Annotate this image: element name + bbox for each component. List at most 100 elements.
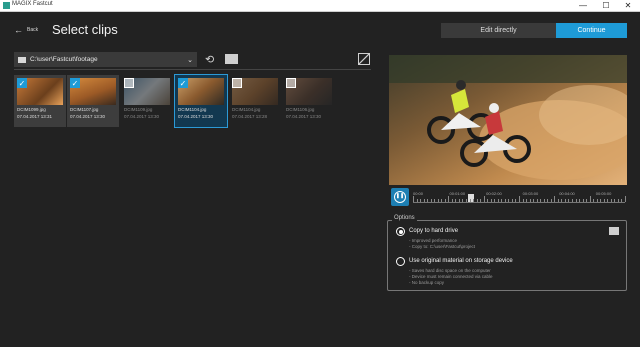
timeline-tick bbox=[564, 199, 566, 202]
timeline-tick bbox=[416, 199, 418, 202]
timeline-tick bbox=[501, 199, 503, 202]
timeline-tick bbox=[561, 199, 563, 202]
timeline-tick bbox=[547, 199, 549, 202]
timeline-tick bbox=[430, 199, 432, 202]
maximize-button[interactable]: ☐ bbox=[595, 0, 617, 11]
clip-thumbnail[interactable]: ✓ DCIM1107.jpg 07.04.2017 13:30 bbox=[67, 75, 119, 127]
timeline-tick bbox=[455, 199, 457, 202]
timeline-tick bbox=[448, 196, 450, 202]
window-title: MAGIX Fastcut bbox=[12, 1, 53, 7]
options-legend: Options bbox=[392, 215, 417, 221]
copy-to-hard-drive-radio[interactable] bbox=[396, 227, 405, 236]
timeline-tick bbox=[480, 199, 482, 202]
timeline-tick bbox=[427, 199, 429, 202]
timeline-tick bbox=[621, 199, 623, 202]
timeline-tick bbox=[568, 199, 570, 202]
copy-option-title: Copy to hard drive bbox=[409, 228, 459, 234]
clip-date: 07.04.2017 13:28 bbox=[232, 114, 268, 119]
timeline-tick bbox=[497, 199, 499, 202]
timeline-tick bbox=[444, 199, 446, 202]
minimize-button[interactable]: — bbox=[572, 0, 594, 11]
timeline-tick bbox=[434, 199, 436, 202]
timeline-label: 00:01:00 bbox=[449, 191, 466, 196]
clip-date: 07.04.2017 13:31 bbox=[17, 114, 53, 119]
timeline-tick bbox=[504, 199, 506, 202]
clip-checkbox[interactable]: ✓ bbox=[17, 78, 27, 88]
timeline-tick bbox=[554, 196, 556, 202]
folder-icon bbox=[18, 56, 26, 63]
clip-thumbnail[interactable]: ✓ DCIM1099.jpg 07.04.2017 13:31 bbox=[14, 75, 66, 127]
timeline-tick bbox=[607, 199, 609, 202]
original-option-line: - Saves hard disc space on the computer bbox=[409, 268, 491, 273]
timeline-tick bbox=[536, 199, 538, 202]
timeline-tick bbox=[526, 199, 528, 202]
timeline-tick bbox=[466, 199, 467, 202]
clip-thumbnail[interactable]: DCIM1104.jpg 07.04.2017 13:28 bbox=[229, 75, 281, 127]
clip-name: DCIM1099.jpg bbox=[17, 107, 46, 112]
timeline-tick bbox=[483, 196, 485, 202]
timeline-tick bbox=[550, 199, 552, 202]
clip-thumbnail[interactable]: ✓ DCIM1104.jpg 07.04.2017 13:30 bbox=[174, 74, 228, 128]
folder-path-text: C:\user\Fastcut\footage bbox=[30, 56, 98, 63]
refresh-icon[interactable]: ⟲ bbox=[205, 53, 214, 66]
clip-date: 07.04.2017 13:30 bbox=[178, 114, 214, 119]
page-title: Select clips bbox=[52, 22, 118, 37]
title-bar: MAGIX Fastcut — ☐ ✕ bbox=[0, 0, 640, 12]
timeline-tick bbox=[593, 199, 595, 202]
copy-option-line: - Copy to: C:\user\Fastcut\project bbox=[409, 244, 476, 249]
chevron-down-icon: ⌄ bbox=[187, 56, 193, 64]
clip-thumbnail[interactable]: DCIM1106.jpg 07.04.2017 13:30 bbox=[283, 75, 335, 127]
timeline-tick bbox=[617, 199, 619, 202]
timeline-tick bbox=[589, 196, 591, 202]
timeline-tick bbox=[473, 199, 475, 202]
timeline-tick bbox=[610, 199, 612, 202]
use-original-radio[interactable] bbox=[396, 257, 405, 266]
timeline-tick bbox=[600, 199, 602, 202]
edit-directly-button[interactable]: Edit directly bbox=[441, 23, 556, 38]
timeline-tick bbox=[458, 199, 460, 202]
timeline-tick bbox=[582, 199, 584, 202]
timeline-tick bbox=[515, 199, 517, 202]
copy-option-line: - Improved performance bbox=[409, 238, 458, 243]
clip-checkbox[interactable] bbox=[232, 78, 242, 88]
folder-icon[interactable] bbox=[609, 227, 619, 235]
new-folder-icon[interactable] bbox=[225, 54, 238, 64]
original-option-line: - No backup copy bbox=[409, 280, 445, 285]
clip-checkbox[interactable] bbox=[124, 78, 134, 88]
clip-checkbox[interactable]: ✓ bbox=[70, 78, 80, 88]
timeline-tick bbox=[494, 199, 496, 202]
clip-date: 07.04.2017 13:30 bbox=[286, 114, 322, 119]
timeline-tick bbox=[572, 199, 573, 202]
pause-icon: ❚❚ bbox=[394, 191, 406, 203]
clip-name: DCIM1109.jpg bbox=[124, 107, 153, 112]
timeline-tick bbox=[441, 199, 443, 202]
timeline-tick bbox=[596, 199, 598, 202]
timeline-label: 00:00 bbox=[413, 191, 424, 196]
no-media-icon[interactable] bbox=[358, 53, 370, 65]
timeline-tick bbox=[511, 199, 513, 202]
timeline-tick bbox=[508, 199, 510, 202]
clip-checkbox[interactable] bbox=[286, 78, 296, 88]
close-button[interactable]: ✕ bbox=[617, 0, 639, 11]
folder-path-select[interactable]: C:\user\Fastcut\footage ⌄ bbox=[14, 52, 197, 67]
timeline[interactable]: 00:00 00:01:00 00:02:00 00:03:00 00:04:00 00:… bbox=[413, 191, 626, 203]
pause-button[interactable]: ❚❚ bbox=[391, 188, 409, 206]
timeline-tick bbox=[557, 199, 559, 202]
clip-name: DCIM1107.jpg bbox=[70, 107, 99, 112]
toolbar-divider bbox=[14, 69, 371, 70]
timeline-tick bbox=[487, 199, 489, 202]
continue-button[interactable]: Continue bbox=[556, 23, 627, 38]
clip-checkbox[interactable]: ✓ bbox=[178, 78, 188, 88]
timeline-label: 00:05:00 bbox=[595, 191, 612, 196]
timeline-tick bbox=[462, 199, 464, 202]
timeline-tick bbox=[420, 199, 422, 202]
clip-date: 07.04.2017 13:30 bbox=[124, 114, 160, 119]
timeline-tick bbox=[543, 199, 545, 202]
clip-thumbnail[interactable]: DCIM1109.jpg 07.04.2017 13:30 bbox=[121, 75, 173, 127]
clip-name: DCIM1104.jpg bbox=[178, 107, 207, 112]
arrow-left-icon: ← bbox=[14, 25, 23, 35]
back-button[interactable]: ← Back bbox=[14, 25, 38, 35]
timeline-tick bbox=[625, 196, 626, 202]
app-icon bbox=[3, 2, 10, 9]
timeline-tick bbox=[586, 199, 588, 202]
